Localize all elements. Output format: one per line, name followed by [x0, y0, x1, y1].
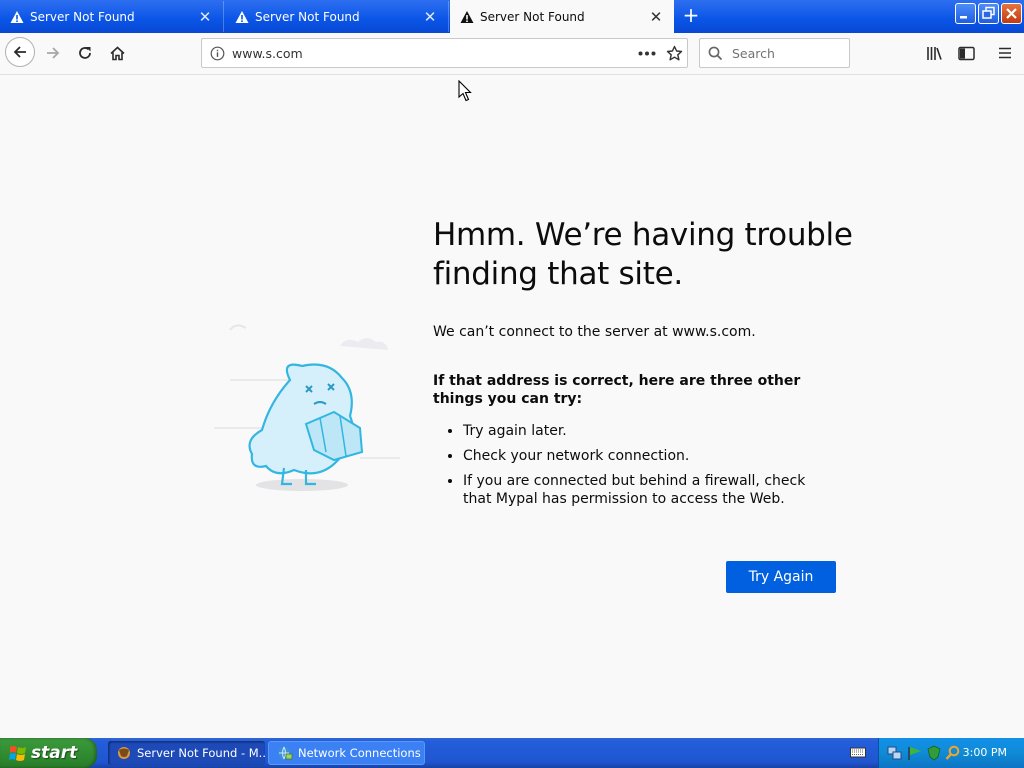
tab-2[interactable]: Server Not Found ✕: [225, 1, 449, 32]
close-tab-icon[interactable]: ✕: [648, 9, 664, 25]
page-title: Hmm. We’re having trouble finding that s…: [433, 217, 853, 292]
arrow-right-icon: [47, 47, 60, 59]
taskbar: start Server Not Found - M... Network Co…: [0, 738, 1024, 768]
search-bar[interactable]: [699, 38, 850, 68]
list-item: Check your network connection.: [463, 447, 833, 465]
security-tray-icon[interactable]: [926, 745, 942, 761]
warning-icon: [460, 10, 474, 23]
warning-icon: [235, 10, 249, 23]
minimize-button[interactable]: [955, 3, 976, 24]
flag-tray-icon[interactable]: [907, 745, 923, 761]
arrow-left-icon: [13, 46, 26, 58]
tab-3-active[interactable]: Server Not Found ✕: [450, 0, 674, 33]
forward-button[interactable]: [39, 39, 67, 67]
taskbar-item-browser[interactable]: Server Not Found - M...: [108, 741, 265, 765]
suggestions-heading: If that address is correct, here are thr…: [433, 373, 801, 407]
navigation-toolbar: www.s.com: [0, 33, 1024, 75]
url-text[interactable]: www.s.com: [232, 46, 303, 61]
library-icon: [926, 46, 942, 60]
search-tray-icon[interactable]: [945, 745, 961, 761]
suggestions-list: Try again later. Check your network conn…: [433, 422, 833, 515]
tab-1[interactable]: Server Not Found ✕: [0, 1, 224, 32]
network-tray-icon[interactable]: [887, 745, 903, 761]
close-tab-icon[interactable]: ✕: [197, 9, 213, 25]
network-connections-icon: [278, 746, 293, 760]
search-icon: [708, 46, 723, 61]
bookmark-star-icon[interactable]: [666, 45, 683, 62]
restore-icon: [982, 6, 995, 19]
warning-icon: [10, 10, 24, 23]
tab-title: Server Not Found: [480, 9, 585, 24]
taskbar-item-label: Network Connections: [298, 746, 421, 760]
home-button[interactable]: [103, 39, 131, 67]
hamburger-menu-icon: [999, 47, 1011, 59]
tab-title: Server Not Found: [30, 9, 135, 24]
new-tab-button[interactable]: +: [680, 4, 702, 28]
minimize-icon: [960, 16, 967, 19]
list-item: Try again later.: [463, 422, 833, 440]
close-icon: [1006, 8, 1017, 19]
clock: 3:00 PM: [962, 746, 1007, 759]
sidebar-icon: [957, 46, 975, 60]
system-tray: 3:00 PM: [878, 738, 1024, 768]
windows-logo-icon: [9, 745, 26, 761]
sidebar-button[interactable]: [952, 39, 980, 67]
menu-button[interactable]: [991, 39, 1019, 67]
taskbar-item-network-connections[interactable]: Network Connections: [268, 741, 425, 765]
start-button[interactable]: start: [0, 738, 97, 768]
browser-app-icon: [118, 747, 130, 759]
try-again-button[interactable]: Try Again: [726, 561, 836, 593]
close-tab-icon[interactable]: ✕: [422, 9, 438, 25]
sad-dinosaur-illustration: [214, 324, 400, 491]
back-button[interactable]: [5, 37, 35, 67]
home-icon: [109, 45, 125, 60]
close-window-button[interactable]: [1001, 3, 1022, 24]
address-bar[interactable]: www.s.com: [201, 38, 688, 68]
mouse-cursor-icon: [458, 80, 472, 102]
list-item: If you are connected but behind a firewa…: [463, 472, 833, 508]
tab-strip: Server Not Found ✕ Server Not Found ✕ Se…: [0, 0, 1024, 33]
start-label: start: [31, 743, 78, 763]
reload-icon: [79, 47, 91, 59]
restore-button[interactable]: [978, 3, 999, 24]
reload-button[interactable]: [71, 39, 99, 67]
tab-title: Server Not Found: [255, 9, 360, 24]
info-icon[interactable]: [210, 46, 225, 61]
search-input[interactable]: [730, 45, 844, 62]
page-actions-icon[interactable]: [638, 51, 656, 56]
keyboard-icon[interactable]: [850, 746, 866, 759]
library-button[interactable]: [920, 39, 948, 67]
error-description: We can’t connect to the server at www.s.…: [433, 324, 756, 340]
taskbar-item-label: Server Not Found - M...: [137, 746, 265, 760]
